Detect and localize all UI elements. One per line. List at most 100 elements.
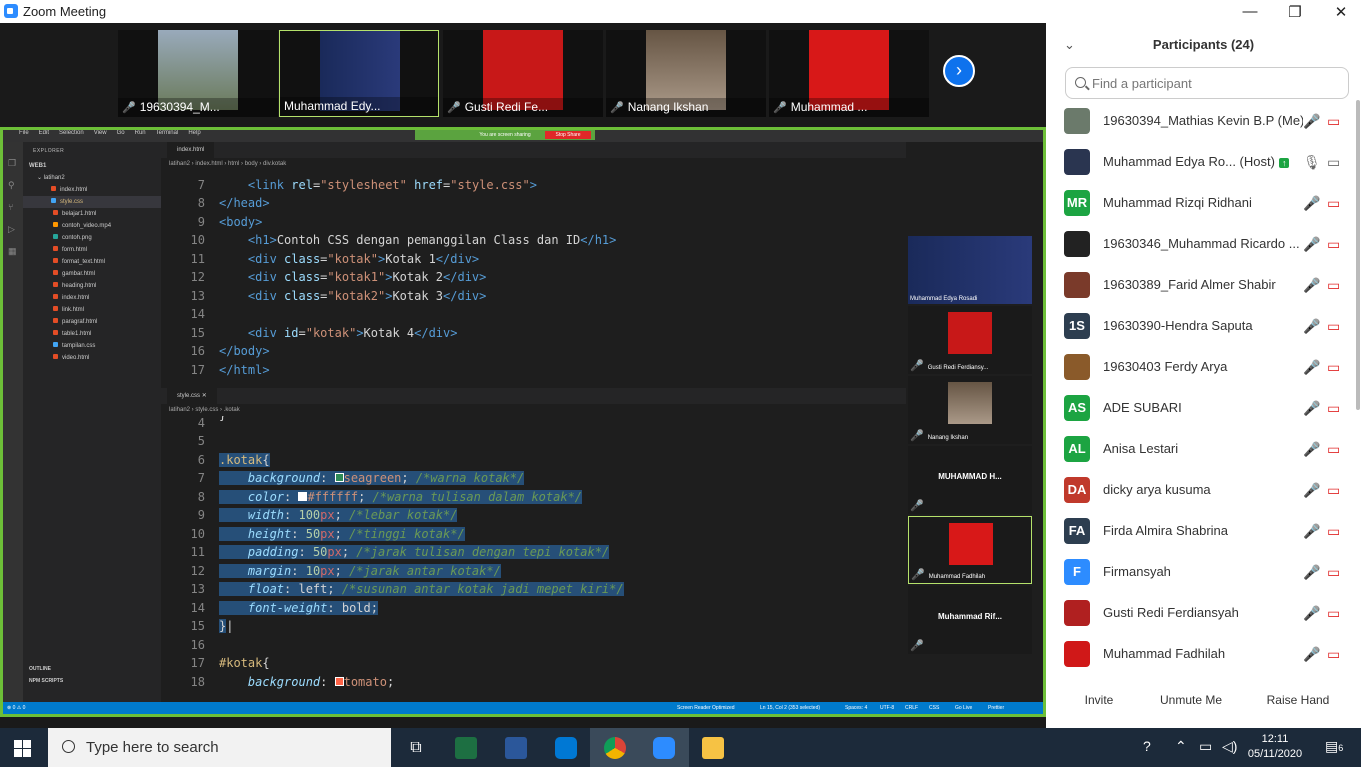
participant-row[interactable]: AS ADE SUBARI 🎤 ▭ bbox=[1046, 388, 1352, 429]
participant-row[interactable]: Muhammad Edya Ro... (Host) ↑ 🎙 ▭ bbox=[1046, 142, 1352, 183]
video-off-icon[interactable]: ▭ bbox=[1327, 564, 1340, 581]
file-item[interactable]: index.html bbox=[23, 292, 161, 304]
help-icon[interactable]: ? bbox=[1143, 738, 1151, 754]
video-off-icon[interactable]: ▭ bbox=[1327, 359, 1340, 376]
video-tile-active-speaker[interactable]: Muhammad Edy... bbox=[279, 30, 439, 117]
close-button[interactable]: ✕ bbox=[1318, 0, 1361, 23]
muted-mic-icon[interactable]: 🎤 bbox=[1303, 195, 1320, 212]
participant-row[interactable]: 19630394_Mathias Kevin B.P (Me) 🎤 ▭ bbox=[1046, 101, 1352, 142]
chrome-app-button[interactable] bbox=[590, 728, 640, 767]
video-tile[interactable]: 🎤 Gusti Redi Fe... bbox=[443, 30, 603, 117]
unmute-me-button[interactable]: Unmute Me bbox=[1152, 693, 1230, 713]
close-tab-icon[interactable]: ✕ bbox=[202, 393, 207, 399]
tab-index-html[interactable]: index.html bbox=[167, 142, 215, 158]
file-explorer-button[interactable] bbox=[688, 728, 738, 767]
muted-mic-icon[interactable]: 🎤 bbox=[1303, 523, 1320, 540]
taskbar-clock[interactable]: 12:11 05/11/2020 bbox=[1245, 732, 1305, 762]
video-off-icon[interactable]: ▭ bbox=[1327, 113, 1340, 130]
muted-mic-icon[interactable]: 🎤 bbox=[1303, 400, 1320, 417]
language-status[interactable]: CSS bbox=[929, 702, 939, 714]
file-item[interactable]: link.html bbox=[23, 304, 161, 316]
participant-row[interactable]: FA Firda Almira Shabrina 🎤 ▭ bbox=[1046, 511, 1352, 552]
video-off-icon[interactable]: ▭ bbox=[1327, 646, 1340, 663]
thumb-video[interactable]: 🎤 Nanang Ikshan bbox=[908, 376, 1032, 444]
file-item[interactable]: index.html bbox=[23, 184, 161, 196]
task-view-button[interactable]: ⧉ bbox=[391, 728, 441, 767]
file-item[interactable]: form.html bbox=[23, 244, 161, 256]
prettier-status[interactable]: Prettier bbox=[988, 702, 1004, 714]
participant-row[interactable]: DA dicky arya kusuma 🎤 ▭ bbox=[1046, 470, 1352, 511]
video-off-icon[interactable]: ▭ bbox=[1327, 523, 1340, 540]
video-off-icon[interactable]: ▭ bbox=[1327, 318, 1340, 335]
thumb-video[interactable]: Muhammad Edya Rosadi bbox=[908, 236, 1032, 304]
go-live-button[interactable]: Go Live bbox=[955, 702, 972, 714]
thumb-video[interactable]: 🎤 Gusti Redi Ferdiansy... bbox=[908, 306, 1032, 374]
participant-row[interactable]: 19630389_Farid Almer Shabir 🎤 ▭ bbox=[1046, 265, 1352, 306]
muted-mic-icon[interactable]: 🎤 bbox=[1303, 113, 1320, 130]
windows-start-icon[interactable] bbox=[14, 740, 32, 758]
invite-button[interactable]: Invite bbox=[1076, 693, 1122, 713]
participant-row[interactable]: F Firmansyah 🎤 ▭ bbox=[1046, 552, 1352, 593]
taskbar-search-input[interactable]: Type here to search bbox=[48, 728, 391, 767]
html-code-editor[interactable]: 7 <link rel="stylesheet" href="style.css… bbox=[161, 170, 906, 380]
participant-row[interactable]: 19630403 Ferdy Arya 🎤 ▭ bbox=[1046, 347, 1352, 388]
chevron-up-icon[interactable]: ⌃ bbox=[1175, 738, 1187, 755]
video-tile[interactable]: 🎤 Muhammad ... bbox=[769, 30, 929, 117]
source-control-icon[interactable]: ⑂ bbox=[8, 196, 18, 218]
video-tile[interactable]: 🎤 19630394_M... bbox=[118, 30, 278, 117]
video-tile[interactable]: 🎤 Nanang Ikshan bbox=[606, 30, 766, 117]
file-item[interactable]: belajar1.html bbox=[23, 208, 161, 220]
file-item[interactable]: gambar.html bbox=[23, 268, 161, 280]
muted-mic-icon[interactable]: 🎤 bbox=[1303, 605, 1320, 622]
participant-row[interactable]: 19630346_Muhammad Ricardo ... 🎤 ▭ bbox=[1046, 224, 1352, 265]
video-off-icon[interactable]: ▭ bbox=[1327, 277, 1340, 294]
minimize-button[interactable]: — bbox=[1227, 0, 1273, 23]
indent-status[interactable]: Spaces: 4 bbox=[845, 702, 867, 714]
folder-latihan2[interactable]: ⌄ latihan2 bbox=[23, 172, 161, 184]
word-app-button[interactable] bbox=[491, 728, 541, 767]
file-item[interactable]: heading.html bbox=[23, 280, 161, 292]
search-icon[interactable]: ⚲ bbox=[8, 174, 18, 196]
thumb-video[interactable]: Muhammad Rif... 🎤 bbox=[908, 586, 1032, 654]
file-item[interactable]: tampilan.css bbox=[23, 340, 161, 352]
participant-row[interactable]: AL Anisa Lestari 🎤 ▭ bbox=[1046, 429, 1352, 470]
battery-icon[interactable]: ▭ bbox=[1199, 738, 1212, 755]
status-item[interactable]: Screen Reader Optimized bbox=[677, 702, 735, 714]
tab-style-css[interactable]: style.css ✕ bbox=[167, 388, 217, 404]
file-item[interactable]: video.html bbox=[23, 352, 161, 364]
eol-status[interactable]: CRLF bbox=[905, 702, 918, 714]
outline-section[interactable]: OUTLINE bbox=[29, 666, 51, 672]
video-off-icon[interactable]: ▭ bbox=[1327, 236, 1340, 253]
file-item-selected[interactable]: style.css bbox=[23, 196, 161, 208]
maximize-button[interactable]: ❐ bbox=[1272, 0, 1318, 23]
file-item[interactable]: contoh.png bbox=[23, 232, 161, 244]
file-item[interactable]: paragraf.html bbox=[23, 316, 161, 328]
excel-app-button[interactable] bbox=[441, 728, 491, 767]
raise-hand-button[interactable]: Raise Hand bbox=[1260, 693, 1336, 713]
notifications-icon[interactable]: ▤6 bbox=[1325, 738, 1343, 755]
participant-row[interactable]: MR Muhammad Rizqi Ridhani 🎤 ▭ bbox=[1046, 183, 1352, 224]
files-icon[interactable]: ❐ bbox=[8, 152, 18, 174]
participant-row[interactable]: Muhammad Fadhilah 🎤 ▭ bbox=[1046, 634, 1352, 675]
file-item[interactable]: table1.html bbox=[23, 328, 161, 340]
video-off-icon[interactable]: ▭ bbox=[1327, 441, 1340, 458]
video-off-icon[interactable]: ▭ bbox=[1327, 605, 1340, 622]
file-item[interactable]: format_text.html bbox=[23, 256, 161, 268]
muted-mic-icon[interactable]: 🎤 bbox=[1303, 564, 1320, 581]
file-item[interactable]: contoh_video.mp4 bbox=[23, 220, 161, 232]
npm-scripts-section[interactable]: NPM SCRIPTS bbox=[29, 678, 63, 684]
participant-row[interactable]: Gusti Redi Ferdiansyah 🎤 ▭ bbox=[1046, 593, 1352, 634]
debug-icon[interactable]: ▷ bbox=[8, 218, 18, 240]
muted-mic-icon[interactable]: 🎤 bbox=[1303, 359, 1320, 376]
thumb-video[interactable]: MUHAMMAD H... 🎤 bbox=[908, 446, 1032, 514]
extensions-icon[interactable]: ▦ bbox=[8, 240, 18, 262]
stop-share-button[interactable]: Stop Share bbox=[545, 131, 591, 139]
video-icon[interactable]: ▭ bbox=[1327, 154, 1340, 171]
vscode-app-button[interactable] bbox=[541, 728, 591, 767]
participant-search-input[interactable]: Find a participant bbox=[1065, 67, 1349, 99]
participants-scrollbar[interactable] bbox=[1356, 100, 1360, 410]
muted-mic-icon[interactable]: 🎤 bbox=[1303, 441, 1320, 458]
mic-icon[interactable]: 🎙 bbox=[1303, 154, 1321, 171]
muted-mic-icon[interactable]: 🎤 bbox=[1303, 646, 1320, 663]
volume-icon[interactable]: ◁) bbox=[1222, 738, 1237, 755]
